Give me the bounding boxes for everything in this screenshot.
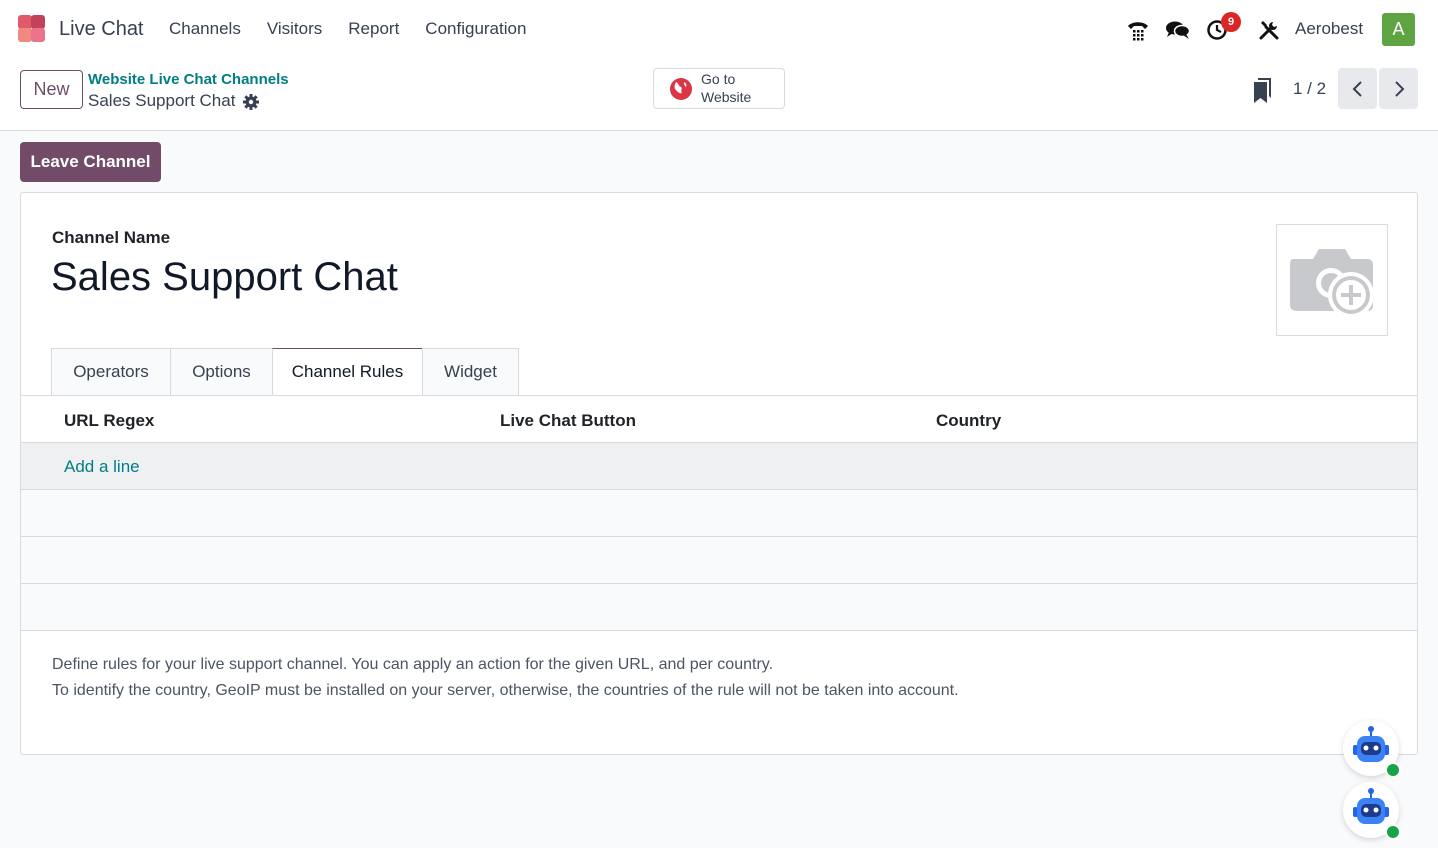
table-row	[21, 490, 1417, 537]
add-photo-icon	[1290, 249, 1374, 318]
menu-configuration[interactable]: Configuration	[425, 19, 526, 39]
help-text-line-1: Define rules for your live support chann…	[52, 656, 774, 673]
go-to-website-button[interactable]: Go to Website	[653, 68, 785, 109]
menu-report[interactable]: Report	[348, 19, 399, 39]
channel-name-label: Channel Name	[52, 228, 171, 247]
activity-count-badge: 9	[1221, 12, 1241, 32]
main-menu: Channels Visitors Report Configuration	[169, 19, 552, 39]
tools-icon[interactable]	[1257, 18, 1281, 42]
chatbot-launcher[interactable]	[1343, 782, 1401, 840]
company-switcher[interactable]: Aerobest	[1295, 19, 1363, 39]
chevron-left-icon	[1352, 80, 1362, 97]
chat-bubbles-icon[interactable]	[1166, 18, 1190, 42]
menu-channels[interactable]: Channels	[169, 19, 241, 39]
online-status-dot	[1385, 762, 1401, 778]
form-sheet: Channel Name Sales Support Chat Operator…	[20, 192, 1418, 755]
app-name[interactable]: Live Chat	[59, 18, 144, 41]
live-chat-logo-icon[interactable]	[18, 15, 48, 43]
breadcrumb-parent-link[interactable]: Website Live Chat Channels	[88, 71, 289, 88]
add-a-line-link[interactable]: Add a line	[64, 457, 140, 477]
chevron-right-icon	[1394, 80, 1404, 97]
help-text-line-2: To identify the country, GeoIP must be i…	[52, 682, 959, 699]
breadcrumb-current: Sales Support Chat	[88, 91, 236, 110]
chatbot-launcher[interactable]	[1343, 720, 1401, 778]
table-row	[21, 584, 1417, 631]
tab-operators[interactable]: Operators	[51, 348, 170, 396]
pager-value[interactable]: 1 / 2	[1293, 79, 1326, 99]
tab-options[interactable]: Options	[170, 348, 272, 396]
tab-widget[interactable]: Widget	[422, 348, 519, 396]
phone-icon[interactable]	[1126, 18, 1150, 42]
add-line-row: Add a line	[21, 443, 1417, 490]
globe-icon	[670, 78, 692, 100]
notebook-tabs: Operators Options Channel Rules Widget	[51, 348, 519, 396]
gear-icon[interactable]	[242, 93, 260, 111]
column-live-chat-button[interactable]: Live Chat Button	[500, 411, 636, 431]
website-label: Website	[701, 89, 752, 105]
column-url-regex[interactable]: URL Regex	[64, 411, 154, 431]
table-row	[21, 537, 1417, 584]
new-button[interactable]: New	[20, 70, 83, 109]
column-country[interactable]: Country	[936, 411, 1001, 431]
go-to-label: Go to	[701, 71, 736, 87]
tab-channel-rules[interactable]: Channel Rules	[272, 348, 422, 396]
menu-visitors[interactable]: Visitors	[267, 19, 322, 39]
control-panel: New Website Live Chat Channels Sales Sup…	[0, 60, 1438, 131]
online-status-dot	[1385, 824, 1401, 840]
rules-list-header: URL Regex Live Chat Button Country	[21, 396, 1417, 443]
bookmark-icon[interactable]	[1253, 78, 1273, 104]
channel-name-field[interactable]: Sales Support Chat	[51, 255, 398, 300]
user-avatar[interactable]: A	[1382, 13, 1415, 46]
pager-previous-button[interactable]	[1338, 68, 1377, 109]
top-navbar: Live Chat Channels Visitors Report Confi…	[0, 0, 1438, 60]
pager-next-button[interactable]	[1379, 68, 1418, 109]
channel-image-upload[interactable]	[1276, 224, 1388, 336]
leave-channel-button[interactable]: Leave Channel	[20, 142, 161, 182]
